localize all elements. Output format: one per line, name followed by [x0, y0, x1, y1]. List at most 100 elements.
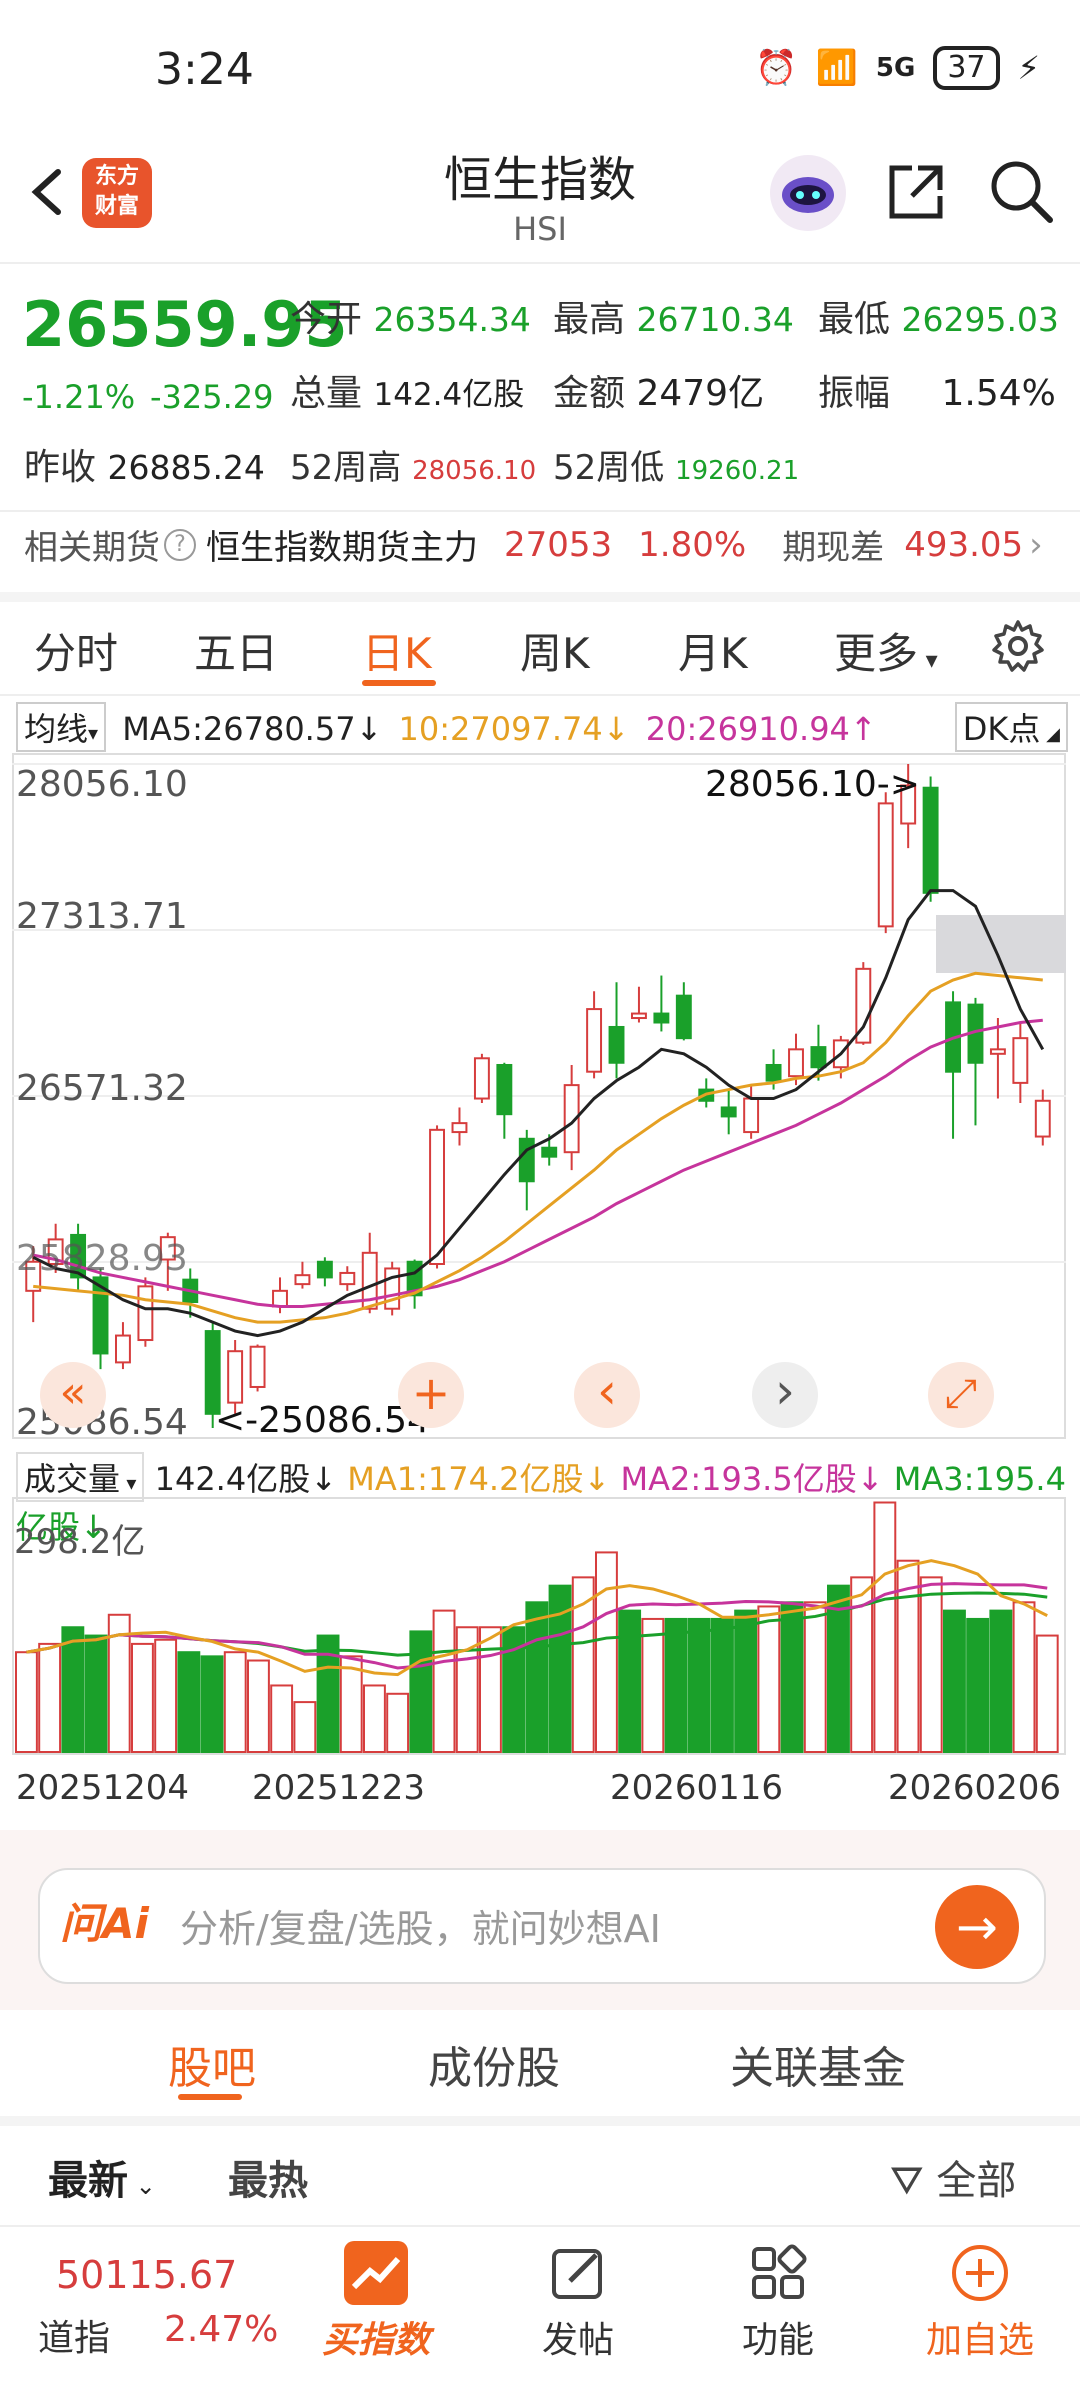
volume-bar [409, 1630, 433, 1753]
volume-bar [966, 1617, 990, 1753]
volume-bar [943, 1609, 966, 1753]
nav-function-label: 功能 [741, 2320, 814, 2361]
tab-five-day[interactable]: 五日 [194, 620, 278, 681]
fullscreen-button[interactable]: ⤢ [928, 1362, 994, 1428]
active-tab-indicator [362, 680, 436, 686]
volume-bar [919, 1576, 943, 1753]
candle-body [541, 1146, 558, 1158]
candle-body [810, 1046, 827, 1069]
nav-add-label: 加自选 [925, 2320, 1034, 2361]
candle-body [272, 1289, 288, 1308]
candle-body [137, 1285, 154, 1342]
dji-label: 道指 [38, 2318, 111, 2359]
ma-selector[interactable]: 均线▾ [16, 702, 107, 752]
open-value: 今开 26354.34 [290, 299, 531, 340]
arrow-right-icon: → [956, 1898, 998, 1956]
tab-related-funds[interactable]: 关联基金 [730, 2032, 906, 2096]
max-annotation: 28056.10-> [705, 764, 920, 805]
futures-pct: 1.80% [638, 524, 747, 565]
candle-body [316, 1260, 333, 1279]
ai-robot-icon[interactable] [770, 155, 846, 231]
vol-ma2: MA2:193.5亿股↓ [620, 1460, 884, 1498]
edit-icon [546, 2241, 610, 2305]
dji-pct: 2.47% [164, 2309, 279, 2350]
sort-hot[interactable]: 最热 [228, 2148, 308, 2206]
tabs-divider [0, 694, 1080, 696]
scroll-left-fast-button[interactable]: « [40, 1362, 106, 1428]
vol-ma1: MA1:174.2亿股↓ [347, 1460, 611, 1498]
nav-add-watchlist[interactable]: 加自选 [910, 2227, 1050, 2363]
zoom-in-button[interactable]: + [398, 1362, 464, 1428]
volume-bar [803, 1601, 827, 1754]
scroll-right-button[interactable]: › [752, 1362, 818, 1428]
futures-row[interactable]: 相关期货 ? 恒生指数期货主力 27053 1.80% 期现差 493.05 › [24, 520, 1064, 569]
volume-value: 总量 142.4亿股 [290, 373, 525, 414]
tab-constituents[interactable]: 成份股 [428, 2032, 560, 2096]
candle-body [227, 1350, 244, 1404]
tab-guba[interactable]: 股吧 [168, 2032, 256, 2096]
tab-monthly-k[interactable]: 月K [678, 620, 748, 681]
share-icon[interactable] [884, 160, 948, 224]
quote-divider [0, 510, 1080, 512]
search-icon[interactable] [988, 158, 1054, 224]
candle-body [765, 1063, 782, 1082]
amount-value: 金额 2479亿 [553, 373, 765, 414]
bottom-tab-indicator [178, 2094, 242, 2100]
volume-bar [432, 1609, 456, 1753]
tab-daily-k[interactable]: 日K [362, 620, 432, 681]
scroll-left-button[interactable]: ‹ [574, 1362, 640, 1428]
basis-label: 期现差 [782, 528, 885, 568]
volume-bar [363, 1684, 386, 1753]
plus-circle-icon [948, 2241, 1012, 2305]
nav-post[interactable]: 发帖 [508, 2227, 648, 2363]
dk-point-selector[interactable]: DK点 ◢ [954, 702, 1068, 752]
ma5-value: MA5:26780.57↓ [122, 710, 383, 748]
help-icon[interactable]: ? [164, 528, 196, 561]
volume-value: 142.4亿股↓ [154, 1460, 338, 1498]
nav-function[interactable]: 功能 [708, 2227, 848, 2363]
volume-bar [200, 1655, 224, 1754]
change-percent: -1.21% [22, 378, 136, 416]
nav-buy-index[interactable]: 买指数 [306, 2227, 446, 2363]
candle-body [496, 1063, 513, 1116]
ai-send-button[interactable]: → [935, 1885, 1019, 1969]
candle-body [608, 1025, 625, 1064]
volume-bar [734, 1609, 758, 1753]
bottom-nav: 50115.67 道指 2.47% 买指数 发帖 功能 加自选 [0, 2225, 1080, 2402]
candle-body [653, 1012, 670, 1024]
filter-all[interactable]: ⛛ 全部 [890, 2148, 1016, 2206]
futures-label: 相关期货 [24, 528, 160, 568]
basis-value: 493.05 [904, 524, 1024, 565]
chevron-right-icon: › [1029, 524, 1043, 565]
change-value: -325.29 [150, 378, 274, 416]
candle-body [339, 1271, 356, 1286]
candle-body [1012, 1037, 1029, 1084]
volume-bar [293, 1701, 317, 1753]
candle-body [877, 802, 894, 928]
candle-body [743, 1097, 760, 1134]
y-label-4: 25828.93 [16, 1238, 188, 1279]
status-icons: ⏰ 📶 5G 37 ⚡ [755, 46, 1040, 90]
ai-input-placeholder[interactable]: 分析/复盘/选股，就问妙想AI [180, 1898, 661, 1953]
tab-weekly-k[interactable]: 周K [520, 620, 590, 681]
tab-intraday[interactable]: 分时 [34, 620, 118, 681]
volume-bar [664, 1617, 688, 1753]
ma10-value: 10:27097.74↓ [398, 710, 630, 748]
dji-value[interactable]: 50115.67 [56, 2253, 237, 2297]
candle-body [249, 1345, 266, 1388]
candle-body [631, 1012, 647, 1020]
sort-latest[interactable]: 最新 ⌄ [48, 2148, 156, 2206]
futures-price: 27053 [504, 524, 613, 565]
candle-body [518, 1137, 535, 1183]
amplitude-value: 振幅 1.54% [818, 373, 1056, 414]
settings-gear-icon[interactable] [990, 618, 1046, 684]
volume-bar [525, 1601, 549, 1754]
date-label-1: 20251204 [16, 1768, 190, 1808]
alarm-icon: ⏰ [755, 48, 798, 88]
volume-bar [270, 1684, 294, 1753]
tab-more[interactable]: 更多 ▾ [834, 620, 938, 681]
volume-selector[interactable]: 成交量 ▾ [16, 1452, 145, 1502]
candle-body [451, 1122, 468, 1134]
candle-body [115, 1334, 131, 1364]
high-value: 最高 26710.34 [553, 299, 794, 340]
